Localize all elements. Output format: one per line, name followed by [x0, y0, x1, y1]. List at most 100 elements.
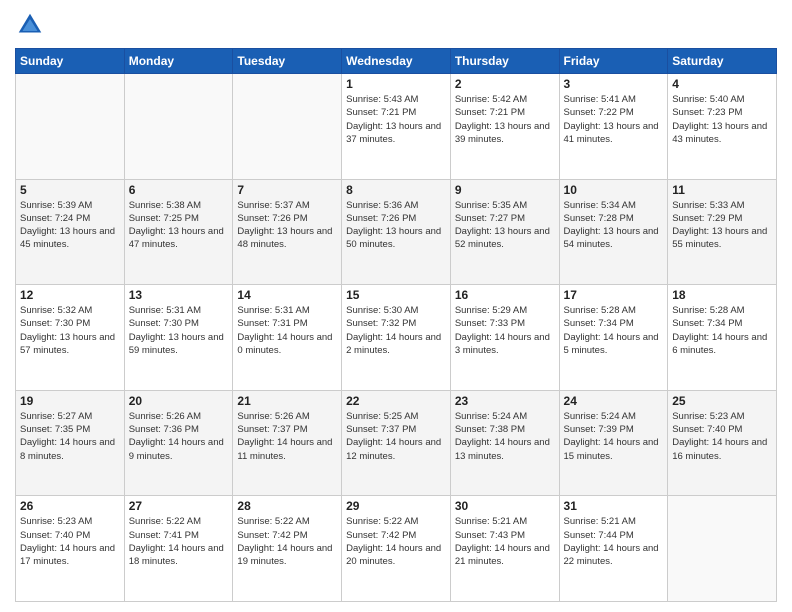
day-info: Sunrise: 5:41 AM Sunset: 7:22 PM Dayligh… [564, 93, 664, 146]
day-number: 12 [20, 288, 120, 302]
day-info: Sunrise: 5:35 AM Sunset: 7:27 PM Dayligh… [455, 199, 555, 252]
calendar-day-cell: 25 Sunrise: 5:23 AM Sunset: 7:40 PM Dayli… [668, 390, 777, 496]
day-number: 13 [129, 288, 229, 302]
calendar-day-cell: 15Sunrise: 5:30 AM Sunset: 7:32 PM Dayli… [342, 285, 451, 391]
day-number: 8 [346, 183, 446, 197]
calendar-week-row: 26Sunrise: 5:23 AM Sunset: 7:40 PM Dayli… [16, 496, 777, 602]
day-number: 17 [564, 288, 664, 302]
calendar-day-cell: 21 Sunrise: 5:26 AM Sunset: 7:37 PM Dayli… [233, 390, 342, 496]
calendar-day-cell: 8 Sunrise: 5:36 AM Sunset: 7:26 PM Daylig… [342, 179, 451, 285]
weekday-header: Thursday [450, 49, 559, 74]
day-number: 11 [672, 183, 772, 197]
calendar-week-row: 1Sunrise: 5:43 AM Sunset: 7:21 PM Daylig… [16, 74, 777, 180]
day-info: Sunrise: 5:22 AM Sunset: 7:41 PM Dayligh… [129, 515, 229, 568]
weekday-header: Friday [559, 49, 668, 74]
day-info: Sunrise: 5:42 AM Sunset: 7:21 PM Dayligh… [455, 93, 555, 146]
day-info: Sunrise: 5:43 AM Sunset: 7:21 PM Dayligh… [346, 93, 446, 146]
day-number: 9 [455, 183, 555, 197]
calendar-table: SundayMondayTuesdayWednesdayThursdayFrid… [15, 48, 777, 602]
day-info: Sunrise: 5:36 AM Sunset: 7:26 PM Dayligh… [346, 199, 446, 252]
day-info: Sunrise: 5:34 AM Sunset: 7:28 PM Dayligh… [564, 199, 664, 252]
day-number: 16 [455, 288, 555, 302]
day-number: 23 [455, 394, 555, 408]
calendar-day-cell: 16 Sunrise: 5:29 AM Sunset: 7:33 PM Dayli… [450, 285, 559, 391]
calendar-day-cell [668, 496, 777, 602]
calendar-day-cell: 12 Sunrise: 5:32 AM Sunset: 7:30 PM Dayli… [16, 285, 125, 391]
calendar-day-cell: 9 Sunrise: 5:35 AM Sunset: 7:27 PM Daylig… [450, 179, 559, 285]
calendar-day-cell: 30Sunrise: 5:21 AM Sunset: 7:43 PM Dayli… [450, 496, 559, 602]
calendar-day-cell: 31 Sunrise: 5:21 AM Sunset: 7:44 PM Dayli… [559, 496, 668, 602]
day-info: Sunrise: 5:29 AM Sunset: 7:33 PM Dayligh… [455, 304, 555, 357]
day-info: Sunrise: 5:22 AM Sunset: 7:42 PM Dayligh… [346, 515, 446, 568]
calendar-day-cell: 19 Sunrise: 5:27 AM Sunset: 7:35 PM Dayli… [16, 390, 125, 496]
calendar-day-cell: 14 Sunrise: 5:31 AM Sunset: 7:31 PM Dayli… [233, 285, 342, 391]
calendar-day-cell: 1Sunrise: 5:43 AM Sunset: 7:21 PM Daylig… [342, 74, 451, 180]
calendar-day-cell: 29 Sunrise: 5:22 AM Sunset: 7:42 PM Dayli… [342, 496, 451, 602]
calendar-day-cell: 2 Sunrise: 5:42 AM Sunset: 7:21 PM Daylig… [450, 74, 559, 180]
day-number: 30 [455, 499, 555, 513]
calendar-day-cell: 18 Sunrise: 5:28 AM Sunset: 7:34 PM Dayli… [668, 285, 777, 391]
day-number: 22 [346, 394, 446, 408]
day-info: Sunrise: 5:23 AM Sunset: 7:40 PM Dayligh… [20, 515, 120, 568]
day-info: Sunrise: 5:33 AM Sunset: 7:29 PM Dayligh… [672, 199, 772, 252]
day-info: Sunrise: 5:25 AM Sunset: 7:37 PM Dayligh… [346, 410, 446, 463]
calendar-day-cell: 11 Sunrise: 5:33 AM Sunset: 7:29 PM Dayli… [668, 179, 777, 285]
day-number: 6 [129, 183, 229, 197]
calendar-day-cell: 17 Sunrise: 5:28 AM Sunset: 7:34 PM Dayli… [559, 285, 668, 391]
day-info: Sunrise: 5:22 AM Sunset: 7:42 PM Dayligh… [237, 515, 337, 568]
day-number: 18 [672, 288, 772, 302]
calendar-day-cell: 28 Sunrise: 5:22 AM Sunset: 7:42 PM Dayli… [233, 496, 342, 602]
day-info: Sunrise: 5:38 AM Sunset: 7:25 PM Dayligh… [129, 199, 229, 252]
header [15, 10, 777, 40]
day-info: Sunrise: 5:40 AM Sunset: 7:23 PM Dayligh… [672, 93, 772, 146]
day-info: Sunrise: 5:37 AM Sunset: 7:26 PM Dayligh… [237, 199, 337, 252]
day-number: 27 [129, 499, 229, 513]
day-info: Sunrise: 5:23 AM Sunset: 7:40 PM Dayligh… [672, 410, 772, 463]
day-info: Sunrise: 5:31 AM Sunset: 7:31 PM Dayligh… [237, 304, 337, 357]
logo [15, 10, 49, 40]
day-info: Sunrise: 5:21 AM Sunset: 7:44 PM Dayligh… [564, 515, 664, 568]
calendar-day-cell: 22 Sunrise: 5:25 AM Sunset: 7:37 PM Dayli… [342, 390, 451, 496]
day-number: 25 [672, 394, 772, 408]
day-number: 24 [564, 394, 664, 408]
day-info: Sunrise: 5:30 AM Sunset: 7:32 PM Dayligh… [346, 304, 446, 357]
day-info: Sunrise: 5:27 AM Sunset: 7:35 PM Dayligh… [20, 410, 120, 463]
day-info: Sunrise: 5:39 AM Sunset: 7:24 PM Dayligh… [20, 199, 120, 252]
calendar-day-cell [16, 74, 125, 180]
day-number: 14 [237, 288, 337, 302]
day-number: 20 [129, 394, 229, 408]
weekday-header: Wednesday [342, 49, 451, 74]
calendar-day-cell: 23 Sunrise: 5:24 AM Sunset: 7:38 PM Dayli… [450, 390, 559, 496]
calendar-day-cell: 7Sunrise: 5:37 AM Sunset: 7:26 PM Daylig… [233, 179, 342, 285]
day-info: Sunrise: 5:26 AM Sunset: 7:36 PM Dayligh… [129, 410, 229, 463]
calendar-day-cell: 26Sunrise: 5:23 AM Sunset: 7:40 PM Dayli… [16, 496, 125, 602]
day-number: 31 [564, 499, 664, 513]
day-number: 19 [20, 394, 120, 408]
weekday-header-row: SundayMondayTuesdayWednesdayThursdayFrid… [16, 49, 777, 74]
day-number: 4 [672, 77, 772, 91]
page: SundayMondayTuesdayWednesdayThursdayFrid… [0, 0, 792, 612]
day-number: 29 [346, 499, 446, 513]
weekday-header: Monday [124, 49, 233, 74]
day-number: 21 [237, 394, 337, 408]
calendar-week-row: 19 Sunrise: 5:27 AM Sunset: 7:35 PM Dayli… [16, 390, 777, 496]
calendar-day-cell: 4 Sunrise: 5:40 AM Sunset: 7:23 PM Daylig… [668, 74, 777, 180]
calendar-day-cell: 10Sunrise: 5:34 AM Sunset: 7:28 PM Dayli… [559, 179, 668, 285]
day-number: 3 [564, 77, 664, 91]
logo-icon [15, 10, 45, 40]
day-number: 28 [237, 499, 337, 513]
day-info: Sunrise: 5:28 AM Sunset: 7:34 PM Dayligh… [564, 304, 664, 357]
day-info: Sunrise: 5:31 AM Sunset: 7:30 PM Dayligh… [129, 304, 229, 357]
day-info: Sunrise: 5:26 AM Sunset: 7:37 PM Dayligh… [237, 410, 337, 463]
day-info: Sunrise: 5:32 AM Sunset: 7:30 PM Dayligh… [20, 304, 120, 357]
day-info: Sunrise: 5:28 AM Sunset: 7:34 PM Dayligh… [672, 304, 772, 357]
calendar-day-cell: 13 Sunrise: 5:31 AM Sunset: 7:30 PM Dayli… [124, 285, 233, 391]
calendar-week-row: 5Sunrise: 5:39 AM Sunset: 7:24 PM Daylig… [16, 179, 777, 285]
weekday-header: Tuesday [233, 49, 342, 74]
calendar-day-cell [124, 74, 233, 180]
day-number: 2 [455, 77, 555, 91]
calendar-day-cell: 24Sunrise: 5:24 AM Sunset: 7:39 PM Dayli… [559, 390, 668, 496]
day-info: Sunrise: 5:24 AM Sunset: 7:38 PM Dayligh… [455, 410, 555, 463]
calendar-day-cell: 3 Sunrise: 5:41 AM Sunset: 7:22 PM Daylig… [559, 74, 668, 180]
calendar-day-cell: 27 Sunrise: 5:22 AM Sunset: 7:41 PM Dayli… [124, 496, 233, 602]
